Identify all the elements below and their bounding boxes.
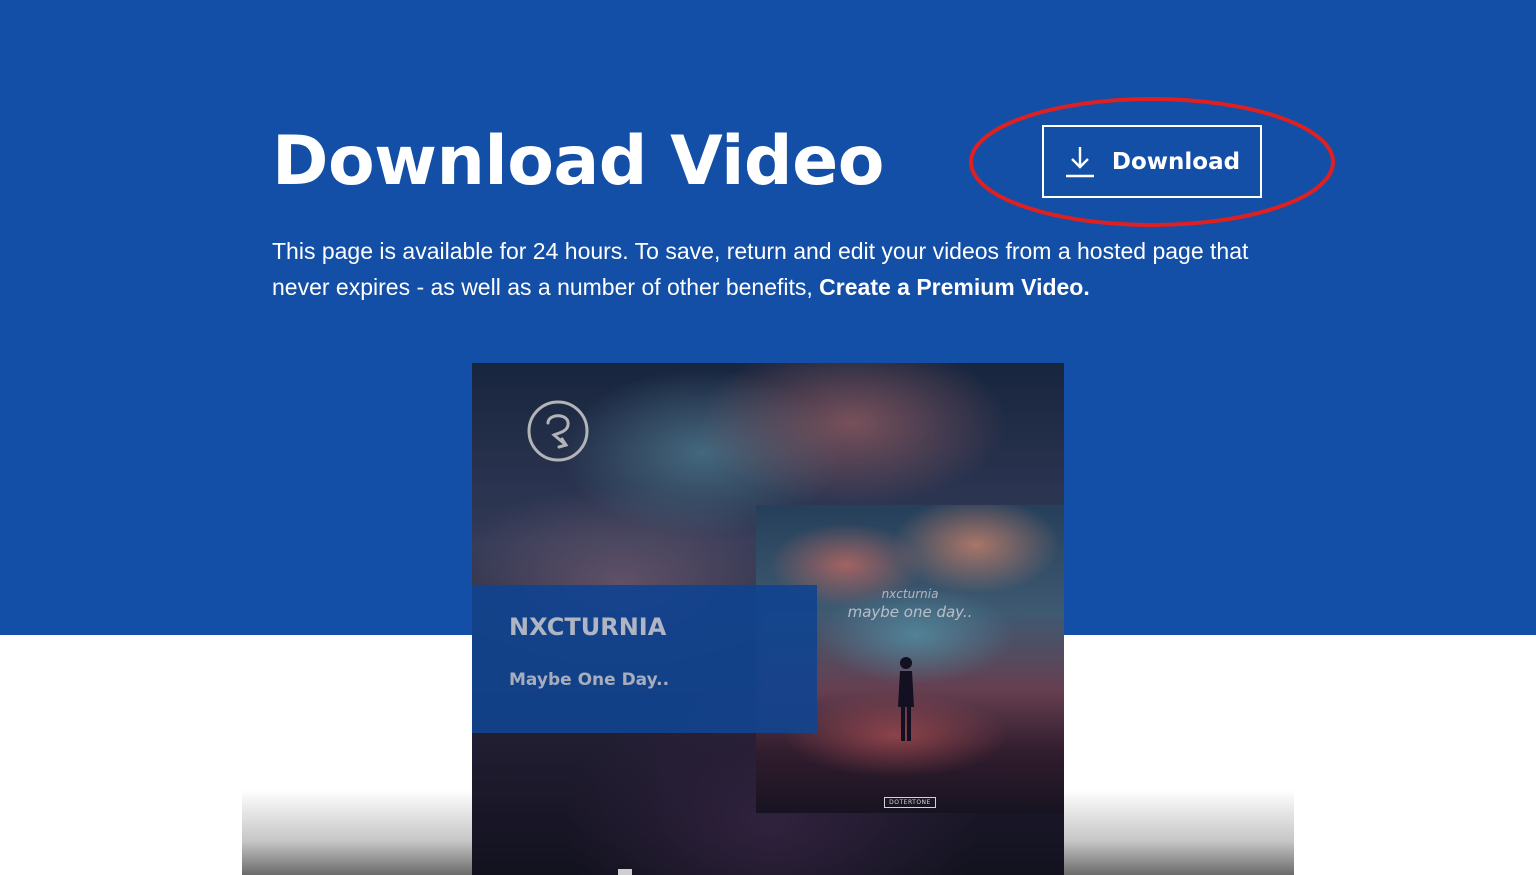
video-preview[interactable]: nxcturnia maybe one day.. DOTERTONE NXCT… xyxy=(472,363,1064,875)
video-logo-icon xyxy=(527,400,589,462)
download-button[interactable]: Download xyxy=(1042,125,1262,198)
track-name: Maybe One Day.. xyxy=(509,670,670,690)
download-button-label: Download xyxy=(1111,148,1241,175)
intro-text: This page is available for 24 hours. To … xyxy=(272,233,1272,305)
video-progress-handle[interactable] xyxy=(618,869,632,875)
page-title: Download Video xyxy=(272,122,884,201)
download-icon xyxy=(1065,146,1094,177)
record-label-badge: DOTERTONE xyxy=(884,797,936,808)
girl-silhouette-icon xyxy=(898,657,914,741)
artist-name: NXCTURNIA xyxy=(509,613,667,641)
create-premium-link[interactable]: Create a Premium Video. xyxy=(819,274,1090,300)
intro-description: This page is available for 24 hours. To … xyxy=(272,238,1249,300)
track-info-card: NXCTURNIA Maybe One Day.. xyxy=(472,585,817,733)
